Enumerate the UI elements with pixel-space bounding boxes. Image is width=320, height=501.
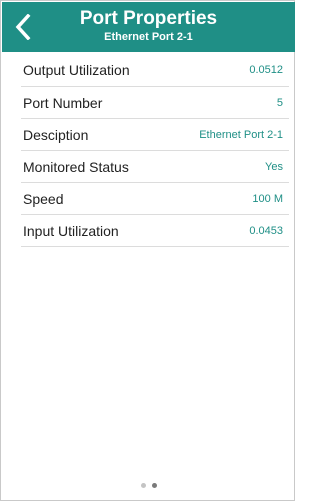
property-row-port-number: Port Number 5 — [21, 87, 289, 119]
app-screen: Port Properties Ethernet Port 2-1 Output… — [0, 0, 295, 501]
page-title: Port Properties — [79, 8, 218, 29]
property-row-monitored-status: Monitored Status Yes — [21, 151, 289, 183]
property-row-output-utilization: Output Utilization 0.0512 — [21, 54, 289, 87]
property-value: Ethernet Port 2-1 — [199, 128, 283, 141]
property-value: Yes — [265, 160, 283, 173]
property-label: Output Utilization — [23, 62, 130, 78]
property-row-speed: Speed 100 M — [21, 183, 289, 215]
page-indicator[interactable] — [1, 483, 296, 488]
page-dot-1[interactable] — [140, 483, 146, 488]
property-row-input-utilization: Input Utilization 0.0453 — [21, 215, 289, 247]
property-value: 0.0512 — [249, 64, 283, 76]
back-button[interactable] — [8, 10, 38, 44]
property-row-description: Desciption Ethernet Port 2-1 — [21, 119, 289, 151]
property-list: Output Utilization 0.0512 Port Number 5 … — [21, 54, 289, 247]
property-label: Input Utilization — [23, 222, 119, 239]
property-label: Desciption — [23, 126, 89, 143]
property-label: Monitored Status — [23, 158, 129, 175]
chevron-left-icon — [15, 14, 31, 40]
property-value: 0.0453 — [249, 224, 283, 237]
property-label: Speed — [23, 190, 64, 207]
property-label: Port Number — [23, 94, 103, 111]
nav-bar: Port Properties Ethernet Port 2-1 — [2, 2, 295, 52]
property-value: 100 M — [252, 192, 283, 205]
page-dot-2[interactable] — [151, 483, 157, 488]
page-subtitle: Ethernet Port 2-1 — [104, 31, 193, 43]
property-value: 5 — [276, 96, 283, 109]
